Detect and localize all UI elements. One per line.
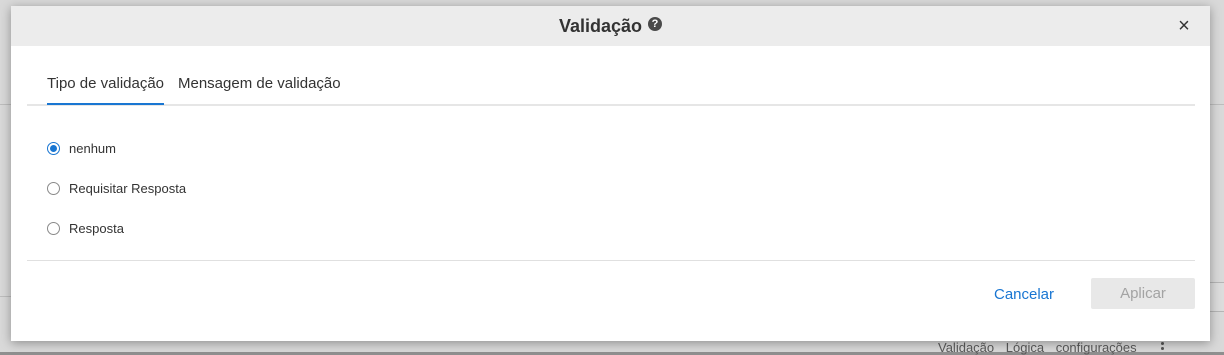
radio-button[interactable] — [47, 181, 60, 195]
option-nenhum[interactable]: nenhum — [47, 128, 186, 168]
background-link-validacao: Validação — [938, 340, 995, 355]
background-input-box — [1209, 282, 1224, 312]
radio-button[interactable] — [47, 221, 60, 235]
footer-divider — [27, 260, 1195, 261]
option-label: Requisitar Resposta — [69, 180, 187, 196]
kebab-menu-icon — [1161, 342, 1165, 352]
option-resposta[interactable]: Resposta — [47, 208, 186, 248]
background-link-configuracoes: configurações — [1055, 340, 1137, 355]
option-label: nenhum — [69, 140, 116, 156]
dialog-header: Validação ? × — [11, 6, 1210, 46]
tab-tipo-de-validacao[interactable]: Tipo de validação — [47, 75, 165, 105]
dialog-title: Validação — [558, 15, 643, 36]
cancel-button[interactable]: Cancelar — [989, 278, 1059, 310]
tab-mensagem-de-validacao[interactable]: Mensagem de validação — [178, 75, 341, 103]
option-requisitar-resposta[interactable]: Requisitar Resposta — [47, 168, 186, 208]
option-label: Resposta — [69, 220, 124, 236]
background-footer-links: Validação Lógica configurações — [938, 340, 1145, 355]
validation-tabs: Tipo de validação Mensagem de validação — [27, 62, 1195, 106]
help-icon[interactable]: ? — [648, 17, 663, 31]
validation-dialog: Validação ? × Tipo de validação Mensagem… — [11, 6, 1210, 341]
close-icon: × — [1178, 14, 1190, 37]
close-button[interactable]: × — [1174, 14, 1194, 37]
apply-button[interactable]: Aplicar — [1091, 278, 1195, 309]
validation-type-options: nenhum Requisitar Resposta Resposta — [47, 134, 186, 248]
radio-button-checked[interactable] — [47, 141, 60, 155]
background-link-logica: Lógica — [1005, 340, 1045, 355]
